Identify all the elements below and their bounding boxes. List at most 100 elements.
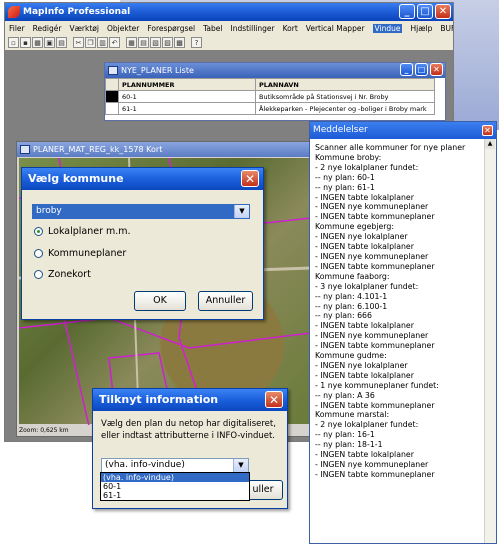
radio-dot-icon (34, 249, 43, 258)
dropdown-option[interactable]: 61-1 (101, 491, 249, 500)
select-municipality-titlebar[interactable]: Vælg kommune ✕ (22, 168, 263, 190)
menu-vindue[interactable]: Vindue (372, 23, 403, 33)
message-line: - INGEN tabte lokalplaner (315, 450, 414, 460)
message-line: - 3 nye lokalplaner fundet: (315, 281, 419, 291)
menu-filer[interactable]: Filer (9, 24, 25, 33)
list-minimize-button[interactable]: _ (400, 63, 413, 76)
dropdown-option[interactable]: 60-1 (101, 482, 249, 491)
vertical-scrollbar[interactable]: ▲ (484, 139, 496, 543)
list-window-titlebar[interactable]: NYE_PLANER Liste _ □ ✕ (105, 63, 445, 78)
help-icon[interactable]: ? (191, 37, 202, 48)
map-icon (20, 145, 30, 154)
menu-hjaelp[interactable]: Hjælp (410, 24, 432, 33)
table-cell: Ålekkeparken - Plejecenter og -boliger i… (255, 102, 435, 115)
message-line: - INGEN tabte kommuneplaner (315, 400, 435, 410)
cancel-button[interactable]: Annuller (198, 291, 253, 311)
menu-vaerktoj[interactable]: Værktøj (69, 24, 99, 33)
municipality-select[interactable]: broby ▼ (32, 204, 250, 219)
save-icon[interactable]: ▣ (44, 37, 55, 48)
copy-icon[interactable]: ❐ (85, 37, 96, 48)
menu-vertical-mapper[interactable]: Vertical Mapper (306, 24, 365, 33)
message-line: -- ny plan: 18-1-1 (315, 440, 383, 450)
minimize-button[interactable]: _ (399, 4, 415, 19)
table-cell: Butiksområde på Stationsvej i Nr. Broby (255, 90, 435, 103)
instruction-text-1: Vælg den plan du netop har digitaliseret… (101, 419, 276, 429)
message-line: - INGEN tabte lokalplaner (315, 370, 414, 380)
chevron-down-icon[interactable]: ▼ (234, 205, 249, 218)
table-row[interactable]: 60-1 Butiksområde på Stationsvej i Nr. B… (105, 90, 435, 103)
scroll-up-icon[interactable]: ▲ (485, 139, 495, 149)
dialog-close-button[interactable]: ✕ (265, 391, 283, 408)
open-icon[interactable]: ▪ (20, 37, 31, 48)
message-line: -- ny plan: 61-1 (315, 182, 375, 192)
list-close-button[interactable]: ✕ (430, 63, 443, 76)
messages-titlebar[interactable]: Meddelelser ✕ (310, 122, 496, 139)
plan-select-value: (vha. info-vindue) (105, 460, 185, 470)
column-header-plannummer[interactable]: PLANNUMMER (118, 78, 256, 91)
toolbar: ▫ ▪ ▦ ▣ ▤ ✂ ❐ ▥ ↶ ▦ ▤ ▧ ▨ ▩ ? (5, 35, 453, 51)
app-title: MapInfo Professional (23, 7, 131, 17)
menu-foresporgsel[interactable]: Forespørgsel (147, 24, 195, 33)
print-icon[interactable]: ▤ (56, 37, 67, 48)
message-line: -- ny plan: 16-1 (315, 430, 375, 440)
message-line: Kommune egebjerg: (315, 222, 394, 232)
graph-window-icon[interactable]: ▧ (150, 37, 161, 48)
select-municipality-dialog: Vælg kommune ✕ broby ▼ Lokalplaner m.m. … (21, 167, 264, 320)
municipality-select-value: broby (36, 206, 62, 216)
radio-zonekort[interactable]: Zonekort (34, 269, 91, 280)
message-line: Kommune faaborg: (315, 271, 390, 281)
cut-icon[interactable]: ✂ (73, 37, 84, 48)
map-window-titlebar[interactable]: PLANER_MAT_REG_kk_1578 Kort (17, 142, 311, 157)
paste-icon[interactable]: ▥ (97, 37, 108, 48)
dialog-title: Vælg kommune (28, 172, 124, 185)
close-icon[interactable]: ✕ (482, 125, 493, 136)
table-icon[interactable]: ▦ (32, 37, 43, 48)
map-window-icon[interactable]: ▦ (126, 37, 137, 48)
menu-rediger[interactable]: Redigér (33, 24, 62, 33)
message-line: - 2 nye lokalplaner fundet: (315, 420, 419, 430)
message-line: - INGEN nye kommuneplaner (315, 202, 429, 212)
message-line: Kommune marstal: (315, 410, 390, 420)
browser-icon (108, 66, 118, 75)
message-line: -- ny plan: 4.101-1 (315, 291, 388, 301)
menu-objekter[interactable]: Objekter (107, 24, 139, 33)
dialog-close-button[interactable]: ✕ (241, 170, 259, 187)
plan-select[interactable]: (vha. info-vindue) ▼ (101, 458, 249, 473)
dropdown-option[interactable]: (vha. info-vindue) (101, 473, 249, 482)
app-titlebar[interactable]: MapInfo Professional _ □ ✕ (5, 3, 453, 21)
list-maximize-button[interactable]: □ (415, 63, 428, 76)
ok-button[interactable]: OK (134, 291, 186, 311)
layout-window-icon[interactable]: ▨ (162, 37, 173, 48)
browser-window-icon[interactable]: ▤ (138, 37, 149, 48)
menu-kort[interactable]: Kort (283, 24, 298, 33)
message-line: - INGEN nye lokalplaner (315, 232, 408, 242)
statistics-icon[interactable]: ▩ (174, 37, 185, 48)
new-icon[interactable]: ▫ (8, 37, 19, 48)
table-row[interactable]: 61-1 Ålekkeparken - Plejecenter og -boli… (105, 102, 435, 115)
undo-icon[interactable]: ↶ (109, 37, 120, 48)
chevron-down-icon[interactable]: ▼ (233, 459, 248, 472)
row-selector[interactable] (105, 102, 119, 115)
list-header-row: PLANNUMMER PLANNAVN (105, 78, 435, 91)
radio-kommuneplaner[interactable]: Kommuneplaner (34, 248, 126, 259)
message-line: - 2 nye lokalplaner fundet: (315, 162, 419, 172)
message-line: - INGEN tabte lokalplaner (315, 192, 414, 202)
menu-buf-plan[interactable]: BUF-plan (440, 24, 453, 33)
radio-lokalplaner[interactable]: Lokalplaner m.m. (34, 226, 131, 237)
close-button[interactable]: ✕ (435, 4, 451, 19)
message-line: - INGEN tabte lokalplaner (315, 321, 414, 331)
message-line: -- ny plan: 666 (315, 311, 372, 321)
messages-text: Scanner alle kommuner for nye planer Komm… (315, 143, 480, 480)
menu-tabel[interactable]: Tabel (203, 24, 222, 33)
maximize-button[interactable]: □ (417, 4, 433, 19)
message-line: - INGEN nye kommuneplaner (315, 251, 429, 261)
message-line: Kommune gudme: (315, 351, 387, 361)
row-selector[interactable] (105, 90, 119, 103)
attach-information-titlebar[interactable]: Tilknyt information ✕ (93, 389, 287, 411)
messages-title: Meddelelser (313, 125, 368, 135)
message-line: - INGEN nye kommuneplaner (315, 331, 429, 341)
message-line: - 1 nye kommuneplaner fundet: (315, 380, 439, 390)
menu-indstillinger[interactable]: Indstillinger (230, 24, 274, 33)
column-header-plannavn[interactable]: PLANNAVN (255, 78, 435, 91)
radio-label: Zonekort (48, 269, 91, 280)
